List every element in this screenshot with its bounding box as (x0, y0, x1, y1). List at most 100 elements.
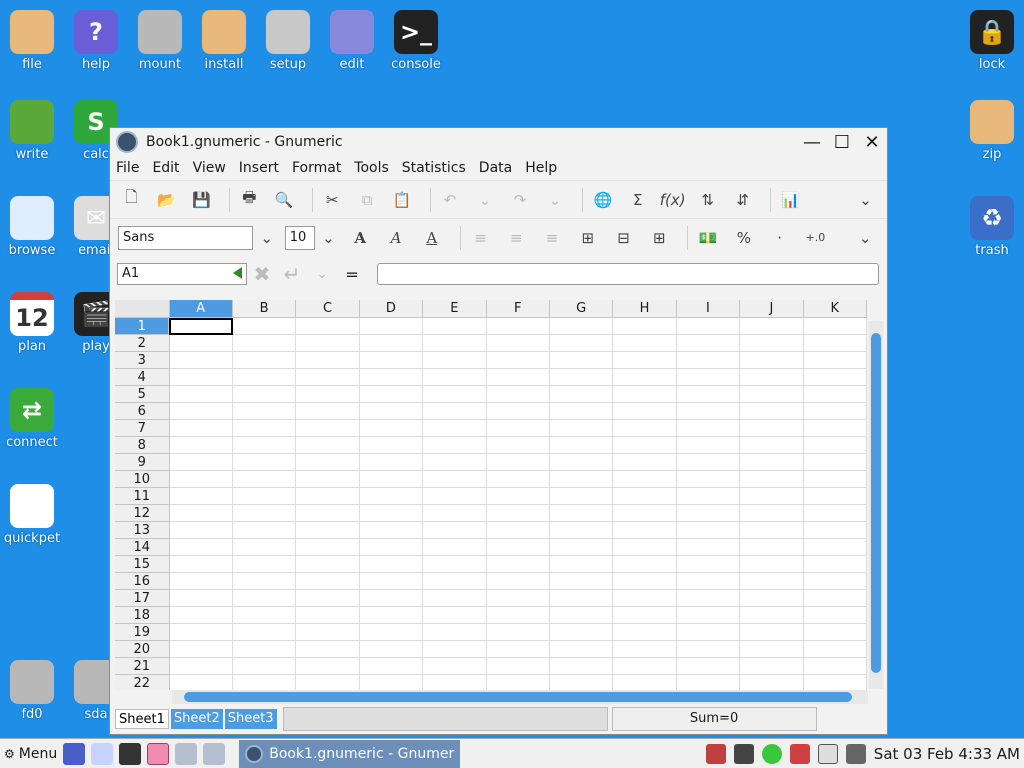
grid-cell[interactable] (740, 641, 804, 658)
desktop-icon-mount[interactable]: mount (128, 10, 192, 72)
grid-cell[interactable] (803, 454, 867, 471)
grid-cell[interactable] (296, 420, 360, 437)
grid-cell[interactable] (169, 624, 233, 641)
grid-cell[interactable] (803, 335, 867, 352)
grid-cell[interactable] (486, 624, 550, 641)
grid-cell[interactable] (486, 403, 550, 420)
grid-cell[interactable] (232, 369, 297, 386)
grid-cell[interactable] (803, 386, 867, 403)
grid-cell[interactable] (803, 590, 867, 607)
terminal-launcher-icon[interactable] (119, 742, 142, 765)
hyperlink-icon[interactable]: 🌐 (589, 186, 616, 214)
grid-cell[interactable] (169, 573, 233, 590)
desktop-icon-write[interactable]: write (0, 100, 64, 162)
grid-cell[interactable] (423, 675, 487, 690)
paste-icon[interactable]: 📋 (389, 186, 416, 214)
align-left-icon[interactable]: ≡ (467, 224, 495, 252)
tab-sheet2[interactable]: Sheet2 (170, 709, 223, 729)
font-name-field[interactable]: Sans (118, 225, 253, 250)
grid-cell[interactable] (676, 624, 741, 641)
grid-cell[interactable] (740, 352, 804, 369)
grid-cell[interactable] (359, 522, 424, 539)
grid-cell[interactable] (549, 471, 614, 488)
desktop-icon-setup[interactable]: setup (256, 10, 320, 72)
grid-cell[interactable] (169, 420, 233, 437)
desktop-icon-quickpet[interactable]: quickpet (0, 484, 64, 546)
grid-cell[interactable] (232, 539, 297, 556)
grid-cell[interactable] (232, 624, 297, 641)
grid-cell[interactable] (232, 437, 297, 454)
grid-cell[interactable] (423, 556, 487, 573)
grid-cell[interactable] (487, 675, 550, 690)
cpu-monitor-icon[interactable] (845, 743, 866, 764)
grid-cell[interactable] (169, 658, 233, 675)
grid-cell[interactable] (359, 386, 424, 403)
grid-cell[interactable] (296, 369, 360, 386)
column-header-b[interactable]: B (232, 300, 297, 318)
grid-cell[interactable] (423, 386, 487, 403)
row-header-8[interactable]: 8 (115, 437, 170, 454)
browser-launcher-icon[interactable] (91, 742, 114, 765)
desktop-icon-install[interactable]: install (192, 10, 256, 72)
grid-cell[interactable] (423, 505, 487, 522)
grid-cell[interactable] (359, 335, 424, 352)
grid-cell[interactable] (549, 454, 614, 471)
desktop-icon-console[interactable]: >_ console (384, 10, 448, 72)
column-header-f[interactable]: F (486, 300, 550, 318)
grid-cell[interactable] (486, 488, 550, 505)
grid-cell[interactable] (423, 403, 487, 420)
grid-cell[interactable] (486, 539, 550, 556)
grid-cell[interactable] (613, 590, 677, 607)
grid-cell[interactable] (613, 403, 677, 420)
grid-cell[interactable] (549, 658, 614, 675)
grid-cell[interactable] (676, 454, 741, 471)
grid-cell[interactable] (486, 556, 550, 573)
grid-cell[interactable] (803, 420, 867, 437)
grid-cell[interactable] (423, 335, 487, 352)
grid-cell[interactable] (169, 386, 233, 403)
active-cell[interactable] (169, 318, 233, 335)
grid-cell[interactable] (549, 403, 614, 420)
workspace-2-icon[interactable] (175, 742, 198, 765)
grid-cell[interactable] (296, 539, 360, 556)
menu-format[interactable]: Format (292, 160, 341, 176)
show-desktop-icon[interactable] (63, 742, 86, 765)
grid-cell[interactable] (169, 335, 233, 352)
grid-cell[interactable] (423, 437, 487, 454)
grid-cell[interactable] (613, 641, 677, 658)
grid-cell[interactable] (296, 658, 360, 675)
grid-cell[interactable] (676, 573, 741, 590)
grid-cell[interactable] (296, 471, 360, 488)
grid-cell[interactable] (359, 556, 424, 573)
grid-cell[interactable] (296, 335, 360, 352)
accept-edit-icon[interactable]: ↵ (277, 262, 307, 286)
column-header-c[interactable]: C (296, 300, 360, 318)
grid-cell[interactable] (486, 590, 550, 607)
grid-cell[interactable] (613, 539, 677, 556)
workspace-3-icon[interactable] (203, 742, 226, 765)
grid-cell[interactable] (549, 335, 614, 352)
grid-cell[interactable] (486, 454, 550, 471)
column-header-d[interactable]: D (359, 300, 424, 318)
grid-cell[interactable] (486, 573, 550, 590)
grid-cell[interactable] (740, 624, 804, 641)
row-header-6[interactable]: 6 (115, 403, 170, 420)
menu-insert[interactable]: Insert (239, 160, 279, 176)
grid-cell[interactable] (613, 437, 677, 454)
row-header-3[interactable]: 3 (115, 352, 170, 369)
merge-cells-icon[interactable]: ⊞ (574, 224, 602, 252)
horizontal-scrollbar[interactable] (172, 690, 868, 704)
grid-cell[interactable] (549, 369, 614, 386)
grid-cell[interactable] (803, 658, 867, 675)
grid-cell[interactable] (359, 369, 424, 386)
grid-cell[interactable] (676, 505, 741, 522)
grid-cell[interactable] (740, 522, 804, 539)
volume-muted-icon[interactable] (705, 743, 726, 764)
formula-input[interactable] (377, 263, 879, 285)
grid-cell[interactable] (549, 318, 614, 335)
grid-cell[interactable] (296, 352, 360, 369)
print-preview-icon[interactable]: 🔍 (271, 186, 298, 214)
grid-cell[interactable] (423, 607, 487, 624)
grid-cell[interactable] (169, 369, 233, 386)
grid-cell[interactable] (549, 556, 614, 573)
